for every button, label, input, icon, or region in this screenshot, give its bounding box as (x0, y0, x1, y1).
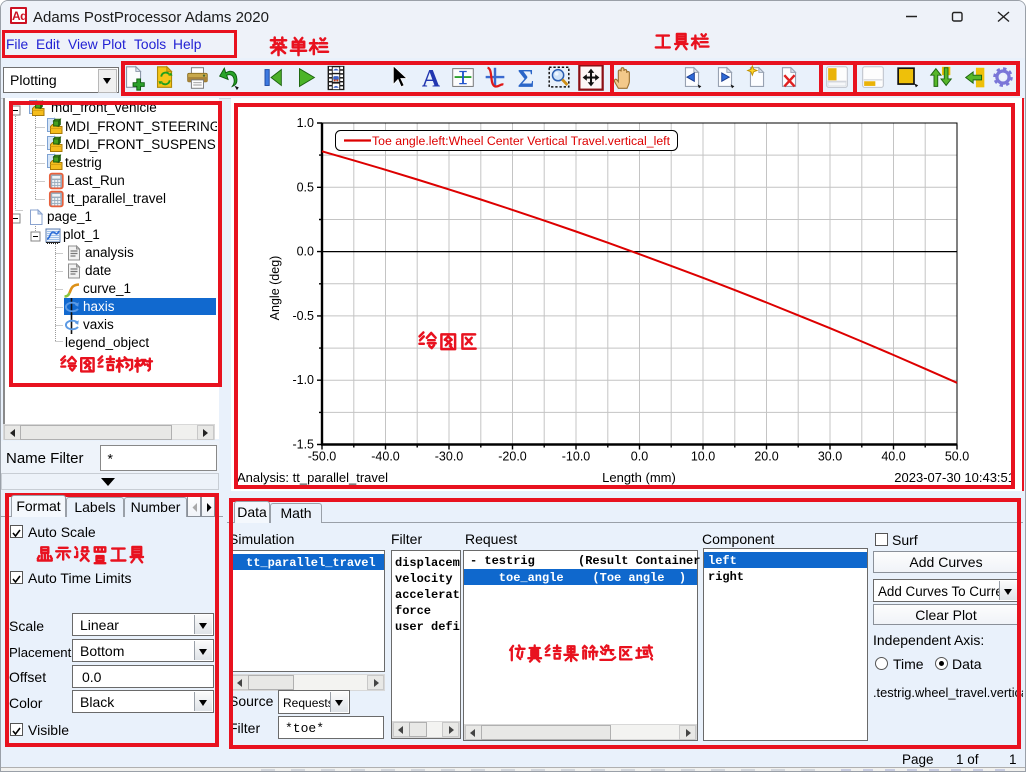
svg-text:-1.0: -1.0 (292, 373, 314, 387)
svg-text:30.0: 30.0 (818, 450, 842, 464)
svg-text:-10.0: -10.0 (562, 450, 591, 464)
svg-text:2023-07-30 10:43:51: 2023-07-30 10:43:51 (894, 470, 1015, 485)
svg-text:-30.0: -30.0 (435, 450, 464, 464)
svg-text:-20.0: -20.0 (498, 450, 527, 464)
svg-text:Angle (deg): Angle (deg) (268, 256, 282, 321)
svg-text:Toe angle.left:Wheel Center Ve: Toe angle.left:Wheel Center Vertical Tra… (372, 134, 671, 148)
svg-text:Length (mm): Length (mm) (602, 470, 676, 485)
svg-text:Σ: Σ (518, 65, 534, 92)
svg-text:Analysis: tt_parallel_travel: Analysis: tt_parallel_travel (237, 470, 388, 485)
svg-text:0.0: 0.0 (631, 450, 648, 464)
svg-text:40.0: 40.0 (881, 450, 905, 464)
svg-text:0.5: 0.5 (297, 180, 314, 194)
svg-text:20.0: 20.0 (754, 450, 778, 464)
svg-text:1.0: 1.0 (297, 116, 314, 130)
svg-text:-40.0: -40.0 (371, 450, 400, 464)
svg-text:50.0: 50.0 (945, 450, 969, 464)
svg-text:A: A (422, 65, 440, 92)
svg-text:-50.0: -50.0 (308, 450, 337, 464)
svg-text:0.0: 0.0 (297, 245, 314, 259)
svg-text:10.0: 10.0 (691, 450, 715, 464)
svg-text:-0.5: -0.5 (292, 309, 314, 323)
